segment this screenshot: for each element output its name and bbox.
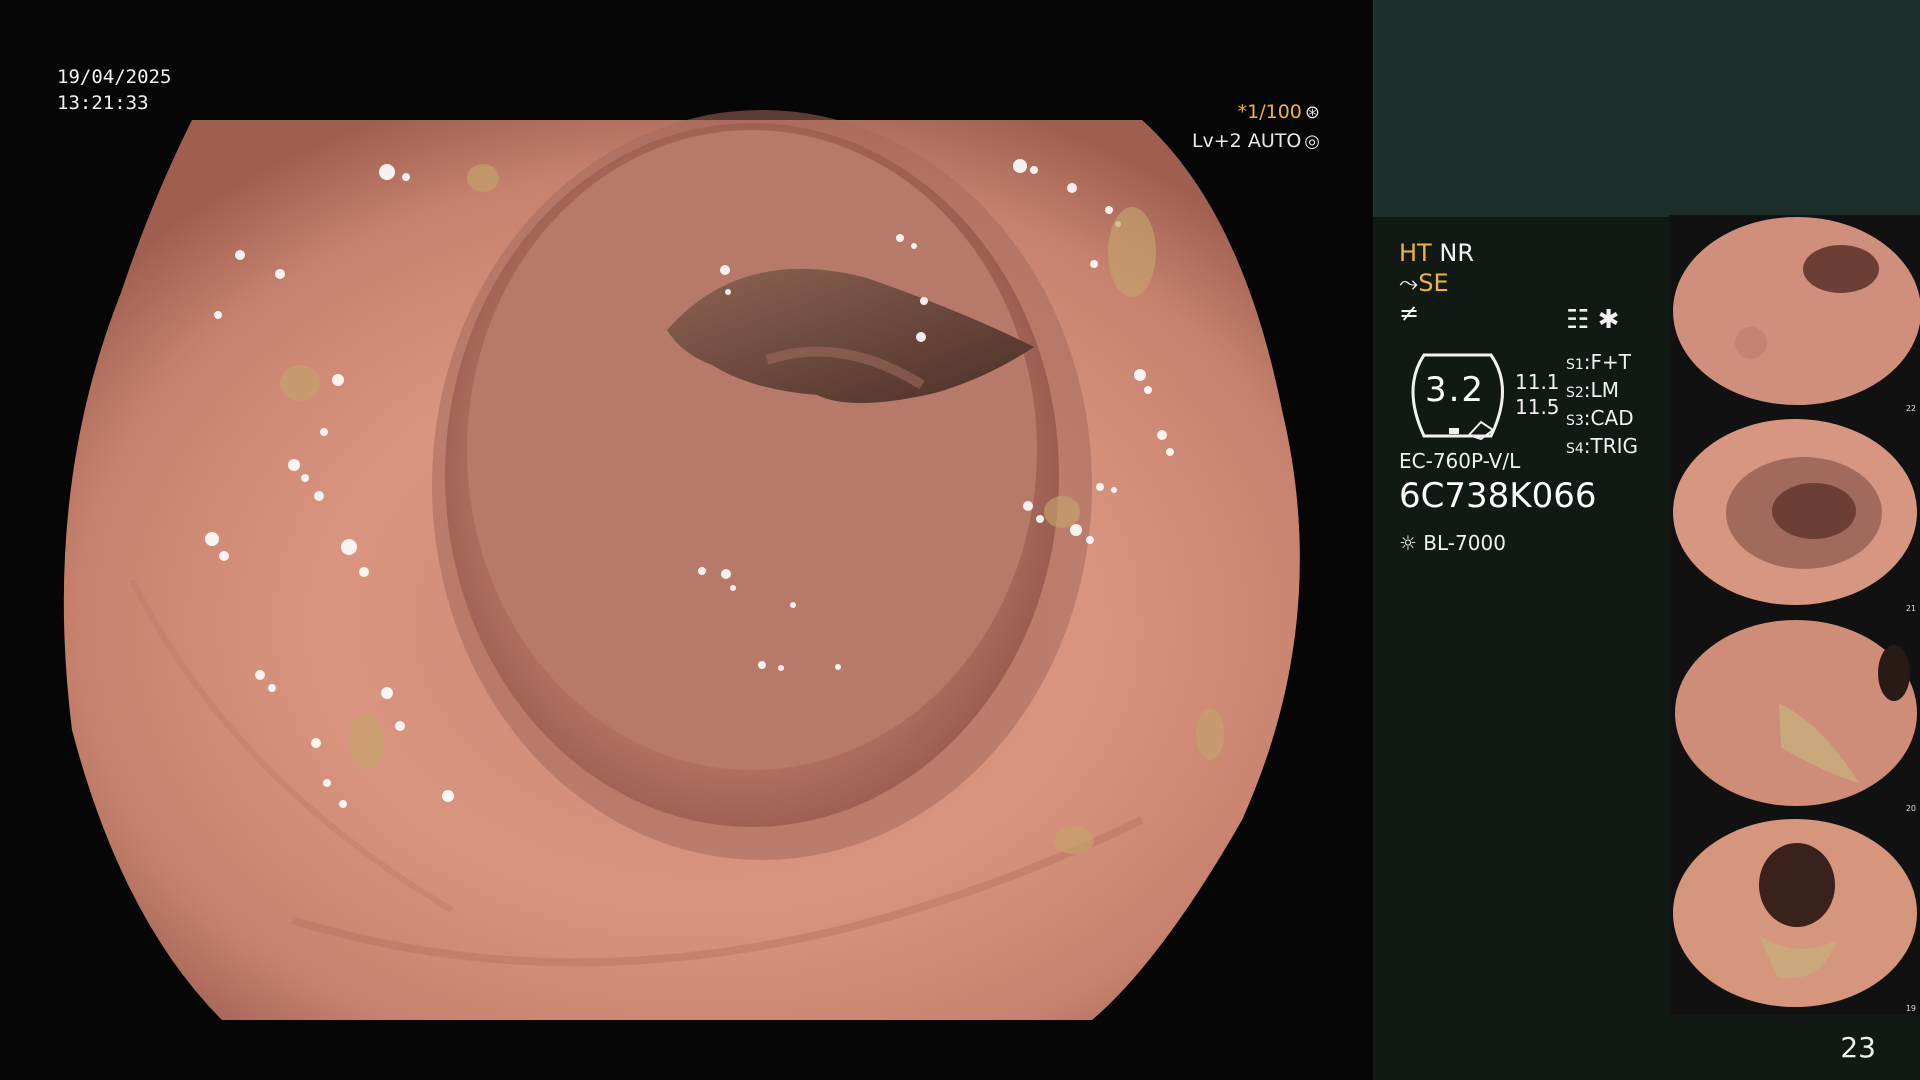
thumbnail-image bbox=[1669, 815, 1920, 1015]
s2-value: LM bbox=[1590, 378, 1619, 402]
zoom-badge: 3.2 bbox=[1399, 350, 1519, 442]
thumbnail-index: 22 bbox=[1905, 404, 1916, 413]
status-header-box bbox=[1373, 0, 1920, 217]
thumbnail-item[interactable]: 20 bbox=[1669, 615, 1920, 815]
thumbnail-image bbox=[1669, 415, 1920, 615]
scope-serial: 6C738K066 bbox=[1399, 476, 1597, 516]
light-bulb-icon: ☼ bbox=[1399, 531, 1417, 555]
inner-fold bbox=[467, 130, 1037, 770]
thumbnail-image bbox=[1669, 615, 1920, 815]
mode-icons: ☷ ✱ bbox=[1566, 305, 1619, 335]
se-label: SE bbox=[1418, 269, 1449, 297]
s2-key: S2 bbox=[1566, 385, 1584, 401]
thumbnail-index: 20 bbox=[1905, 804, 1916, 813]
not-equal-icon: ≠ bbox=[1399, 299, 1420, 327]
asterisk-icon: ✱ bbox=[1597, 305, 1620, 335]
structure-icon: ⤳ bbox=[1399, 269, 1419, 297]
s3-key: S3 bbox=[1566, 413, 1584, 429]
thumbnail-image bbox=[1669, 215, 1920, 415]
switch-assignments: S1:F+T S2:LM S3:CAD S4:TRIG bbox=[1566, 350, 1639, 458]
s1-value: F+T bbox=[1590, 350, 1632, 374]
ht-label: HT bbox=[1399, 239, 1432, 267]
thumbnail-item[interactable]: 21 bbox=[1669, 415, 1920, 615]
thumbnail-index: 19 bbox=[1905, 1004, 1916, 1013]
scope-model: EC-760P-V/L bbox=[1399, 449, 1521, 473]
value-1: 11.1 bbox=[1515, 370, 1560, 394]
status-panel: HT NR ⤳SE ≠ ☷ ✱ 3.2 11.1 11.5 S1:F+T S2:… bbox=[1373, 0, 1920, 1080]
thumbnail-strip[interactable]: 22 21 20 19 bbox=[1669, 215, 1920, 1015]
badge-value: 3.2 bbox=[1424, 370, 1486, 410]
nr-label: NR bbox=[1439, 239, 1474, 267]
s3-value: CAD bbox=[1590, 406, 1634, 430]
menu-icon: ☷ bbox=[1566, 305, 1590, 335]
s1-key: S1 bbox=[1566, 357, 1584, 373]
endoscopic-image bbox=[63, 110, 1300, 1020]
thumbnail-item[interactable]: 19 bbox=[1669, 815, 1920, 1015]
endoscope-view-panel: 19/04/2025 13:21:33 *1/100 ⊛ Lv+2 AUTO ◎ bbox=[0, 0, 1373, 1080]
page-number: 23 bbox=[1840, 1031, 1876, 1064]
thumbnail-index: 21 bbox=[1905, 604, 1916, 613]
thumbnail-item[interactable]: 22 bbox=[1669, 215, 1920, 415]
value-2: 11.5 bbox=[1515, 395, 1560, 419]
light-source: ☼ BL-7000 bbox=[1399, 531, 1506, 555]
s4-key: S4 bbox=[1566, 441, 1584, 457]
light-source-label: BL-7000 bbox=[1423, 531, 1506, 555]
s4-value: TRIG bbox=[1590, 434, 1639, 458]
numeric-values: 11.1 11.5 bbox=[1515, 370, 1560, 420]
